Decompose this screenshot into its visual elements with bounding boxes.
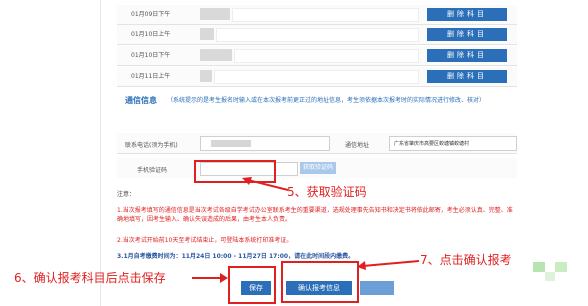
callout-step5: 5、获取验证码: [287, 185, 367, 199]
exam-subject-blurred: [200, 49, 232, 61]
exam-subject-field: [232, 8, 419, 22]
callout-step6: 6、确认报考科目后点击保存: [14, 271, 166, 285]
exam-row: 01月09日下午 删除科目: [117, 5, 517, 25]
exam-subject-field: [234, 49, 419, 63]
exam-row: 01月10日下午 删除科目: [117, 46, 517, 66]
delete-subject-button[interactable]: 删除科目: [427, 49, 507, 62]
exam-subject-field: [214, 70, 419, 84]
address-label: 通信地址: [345, 142, 370, 149]
phone-input[interactable]: [200, 136, 330, 151]
notice-line-2: 2.当次考试开始前10天至考试结束止，可登陆本系统打印准考证。: [117, 237, 293, 244]
callout-step7: 7、点击确认报考: [420, 253, 512, 267]
corner-decoration: [533, 262, 545, 272]
exam-subject-blurred: [200, 70, 212, 82]
exam-subject-blurred: [200, 8, 230, 20]
delete-subject-button[interactable]: 删除科目: [427, 28, 507, 41]
page-left-border: [100, 0, 101, 306]
exam-time: 01月11日上午: [131, 73, 171, 80]
contact-section: 通信信息 （系统提示的是考生报名时输入或在本次报考前更正过的地址信息，考生须依据…: [117, 89, 517, 129]
get-code-button[interactable]: 获取验证码: [300, 162, 336, 174]
address-value: 广东省肇庆市高要区蛟塘镇蛟塘村: [394, 141, 470, 147]
contact-code-row: 手机验证码 获取验证码: [117, 158, 517, 178]
arrow-step5: [242, 177, 289, 191]
exam-time: 01月10日上午: [131, 31, 171, 38]
exam-row: 01月11日上午 删除科目: [117, 67, 517, 87]
highlight-save-button: [228, 266, 276, 304]
corner-decoration-3: [545, 272, 555, 281]
delete-subject-button[interactable]: 删除科目: [427, 8, 507, 21]
arrow-step6: [192, 273, 228, 283]
highlight-confirm-button: [281, 261, 359, 303]
exam-time: 01月10日下午: [131, 52, 171, 59]
extra-button[interactable]: [360, 281, 394, 295]
corner-decoration-2: [555, 262, 567, 272]
exam-subject-field: [216, 28, 419, 42]
notice-line-1: 1.当次报考填写的通信信息是当次考试各级自学考试办公室联系考生的重要渠道，选规处…: [117, 207, 513, 223]
contact-phone-row: 联系电话(须为手机) 通信地址 广东省肇庆市高要区蛟塘镇蛟塘村: [117, 133, 517, 154]
exam-time: 01月09日下午: [131, 11, 171, 18]
address-input[interactable]: 广东省肇庆市高要区蛟塘镇蛟塘村: [389, 136, 517, 151]
phone-blurred-value: [211, 140, 251, 147]
phone-label: 联系电话(须为手机): [125, 142, 178, 149]
contact-title: 通信信息: [125, 96, 157, 105]
contact-note: （系统提示的是考生报名时输入或在本次报考前更正过的地址信息，考生须依据本次报考时…: [167, 97, 486, 104]
exam-row: 01月10日上午 删除科目: [117, 25, 517, 45]
delete-subject-button[interactable]: 删除科目: [427, 70, 507, 83]
arrow-step7: [357, 260, 420, 270]
code-label: 手机验证码: [137, 167, 168, 174]
exam-subject-blurred: [200, 28, 214, 40]
